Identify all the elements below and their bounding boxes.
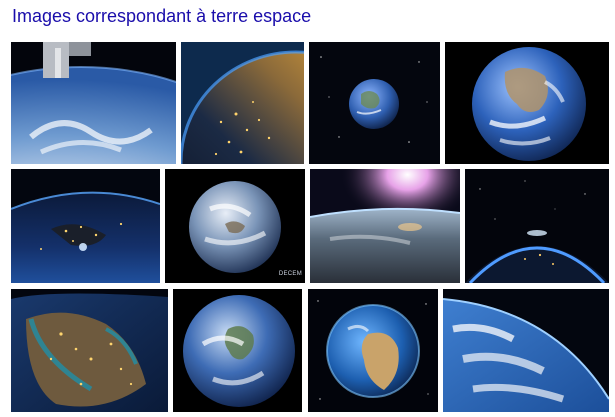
- earth-horizon-sunrise-image: [310, 169, 460, 283]
- earth-africa-globe-image: [308, 289, 438, 412]
- earth-americas-globe-image: [173, 289, 302, 412]
- earth-ocean-clouds-image: [443, 289, 609, 412]
- earth-night-curve-image: [11, 169, 160, 283]
- earth-limb-atmosphere-image: [465, 169, 609, 283]
- image-thumbnail-earth-night-middle-east[interactable]: [11, 289, 168, 412]
- image-thumbnail-earth-ocean-clouds[interactable]: [443, 289, 609, 412]
- image-thumbnail-earth-orbit-clouds[interactable]: [11, 42, 176, 164]
- earth-night-europe-image: [181, 42, 304, 164]
- image-thumbnail-earth-horizon-sunrise[interactable]: [310, 169, 460, 283]
- image-thumbnail-earth-blue-marble[interactable]: [445, 42, 609, 164]
- image-thumbnail-earth-night-europe[interactable]: [181, 42, 304, 164]
- image-thumbnail-earth-globe-stars[interactable]: [309, 42, 440, 164]
- image-thumbnail-earth-night-curve[interactable]: [11, 169, 160, 283]
- earth-blue-marble-image: [445, 42, 609, 164]
- earth-orbit-clouds-image: [11, 42, 176, 164]
- earth-night-middle-east-image: [11, 289, 168, 412]
- image-thumbnail-earth-americas-globe[interactable]: [173, 289, 302, 412]
- results-heading-link[interactable]: Images correspondant à terre espace: [12, 6, 311, 27]
- earth-full-globe-image: [165, 169, 305, 283]
- earth-globe-stars-image: [309, 42, 440, 164]
- image-thumbnail-earth-full-globe[interactable]: DECEM: [165, 169, 305, 283]
- image-caption: DECEM: [278, 271, 302, 277]
- image-thumbnail-earth-africa-globe[interactable]: [308, 289, 438, 412]
- image-thumbnail-earth-limb-atmosphere[interactable]: [465, 169, 609, 283]
